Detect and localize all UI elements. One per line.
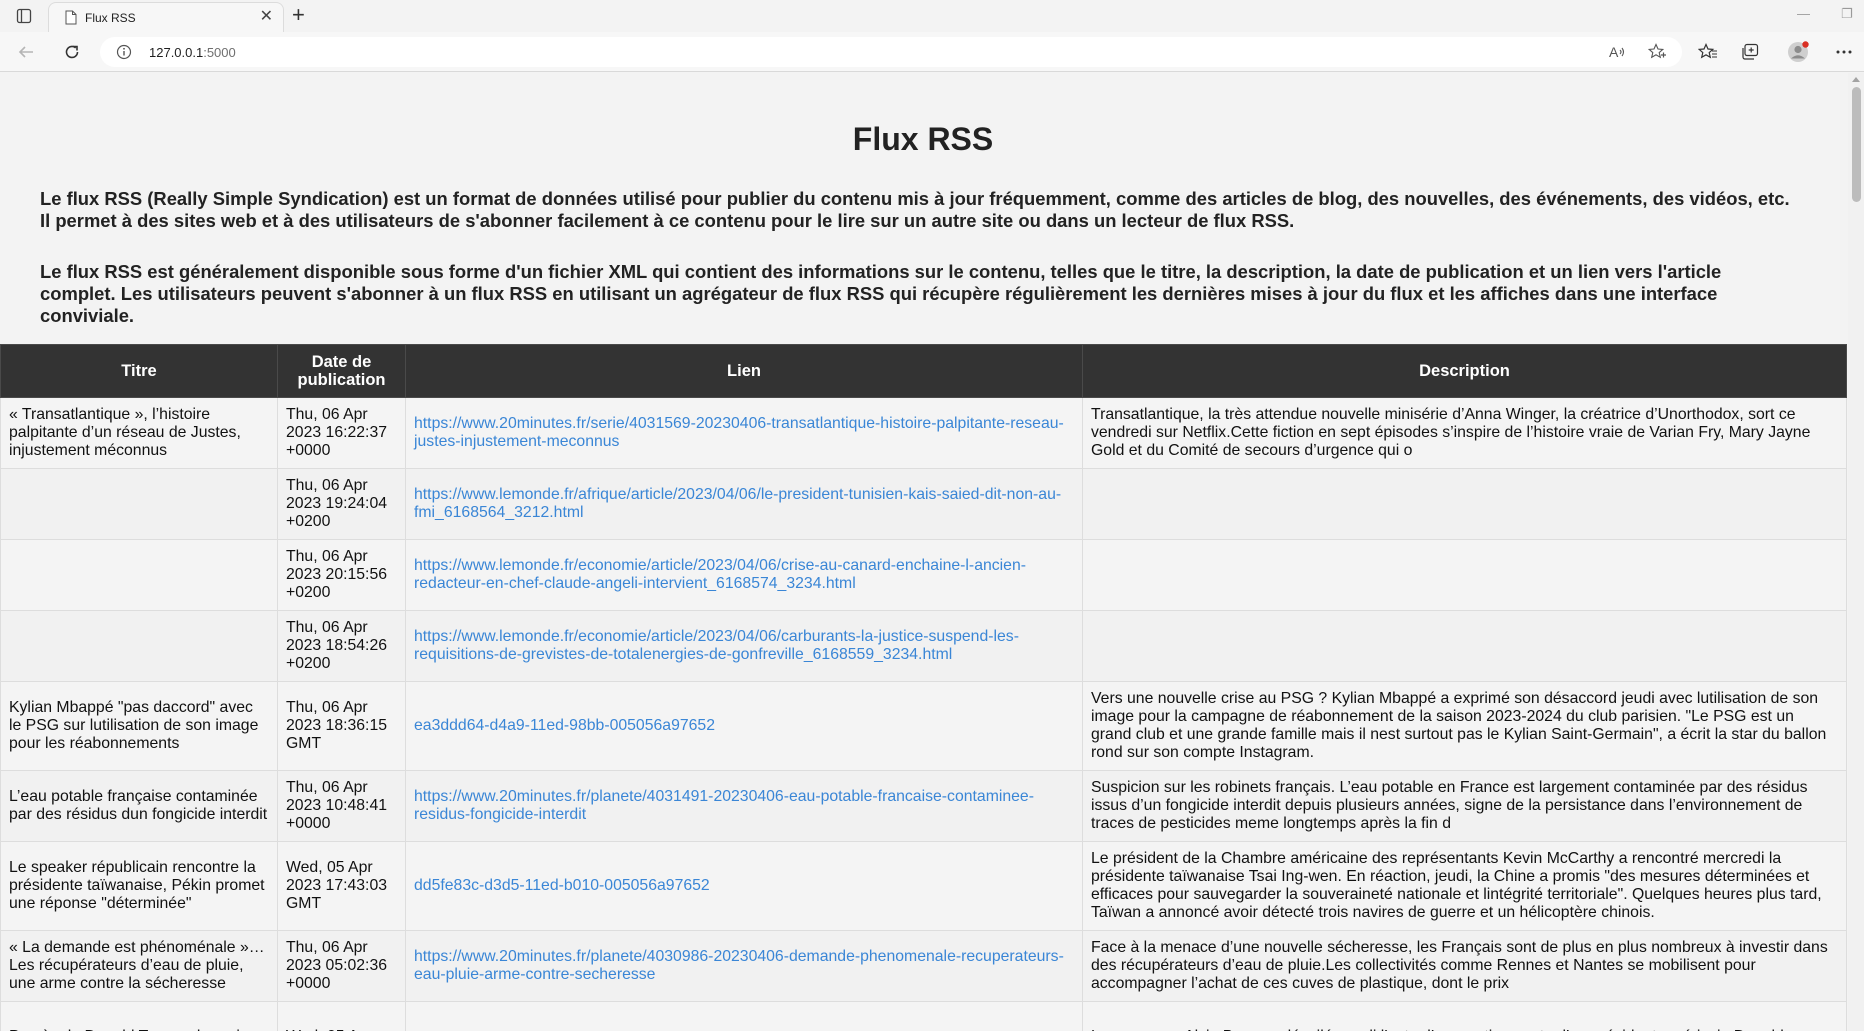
header-date: Date de publication <box>277 344 406 398</box>
cell-description: Le procureur Alvin Bragg a dévoilé mardi… <box>1082 1001 1847 1031</box>
cell-link: https://www.20minutes.fr/planete/4031491… <box>405 770 1083 842</box>
url-text[interactable]: 127.0.0.1:5000 <box>149 45 236 60</box>
article-link[interactable]: https://www.20minutes.fr/planete/4030986… <box>414 948 1064 983</box>
table-row: Le speaker républicain rencontre la prés… <box>0 841 1847 931</box>
cell-date: Thu, 06 Apr 2023 05:02:36 +0000 <box>277 930 406 1002</box>
article-link[interactable]: https://www.lemonde.fr/economie/article/… <box>414 628 1019 663</box>
article-link[interactable]: ea3ddd64-d4a9-11ed-98bb-005056a97652 <box>414 717 715 734</box>
cell-link: https://www.20minutes.fr/planete/4030986… <box>405 930 1083 1002</box>
header-description: Description <box>1082 344 1847 398</box>
reload-icon[interactable] <box>60 40 84 64</box>
cell-title: « La demande est phénoménale »… Les récu… <box>0 930 278 1002</box>
header-title: Titre <box>0 344 278 398</box>
page-scrollbar[interactable] <box>1848 73 1864 1031</box>
cell-title: Procès de Donald Trump : le pari <box>0 1001 278 1031</box>
url-port: :5000 <box>203 45 236 60</box>
svg-text:A: A <box>1609 44 1619 60</box>
cell-title: Le speaker républicain rencontre la prés… <box>0 841 278 931</box>
cell-date: Wed, 05 Apr <box>277 1001 406 1031</box>
article-link[interactable]: https://www.lemonde.fr/afrique/article/2… <box>414 486 1061 521</box>
table-header-row: Titre Date de publication Lien Descripti… <box>0 344 1847 398</box>
cell-link: https://www.20minutes.fr/serie/4031569-2… <box>405 397 1083 469</box>
back-icon[interactable] <box>14 40 38 64</box>
tab-title: Flux RSS <box>85 11 136 25</box>
table-row: Thu, 06 Apr 2023 18:54:26 +0200 https://… <box>0 610 1847 682</box>
restore-icon[interactable]: ❐ <box>1841 6 1853 22</box>
cell-link: dd5fe83c-d3d5-11ed-b010-005056a97652 <box>405 841 1083 931</box>
browser-toolbar: 127.0.0.1:5000 A <box>0 32 1864 72</box>
cell-description: Suspicion sur les robinets français. L’e… <box>1082 770 1847 842</box>
article-link[interactable]: https://www.20minutes.fr/planete/4031491… <box>414 788 1034 823</box>
cell-description: Vers une nouvelle crise au PSG ? Kylian … <box>1082 681 1847 771</box>
intro-paragraph-1: Le flux RSS (Really Simple Syndication) … <box>40 188 1790 231</box>
table-row: L’eau potable française contaminée par d… <box>0 770 1847 842</box>
cell-description <box>1082 610 1847 682</box>
table-row: « Transatlantique », l’histoire palpitan… <box>0 397 1847 469</box>
table-row: Thu, 06 Apr 2023 20:15:56 +0200 https://… <box>0 539 1847 611</box>
cell-date: Thu, 06 Apr 2023 18:54:26 +0200 <box>277 610 406 682</box>
more-menu-icon[interactable] <box>1832 40 1856 64</box>
collections-icon[interactable] <box>1738 40 1762 64</box>
add-favorite-icon[interactable] <box>1647 43 1667 61</box>
cell-title <box>0 539 278 611</box>
cell-date: Thu, 06 Apr 2023 20:15:56 +0200 <box>277 539 406 611</box>
scroll-thumb[interactable] <box>1852 87 1861 202</box>
tab-bar: Flux RSS ✕ + — ❐ <box>0 0 1864 32</box>
article-link[interactable]: https://www.lemonde.fr/economie/article/… <box>414 557 1026 592</box>
cell-description: Transatlantique, la très attendue nouvel… <box>1082 397 1847 469</box>
url-host: 127.0.0.1 <box>149 45 204 60</box>
cell-date: Wed, 05 Apr 2023 17:43:03 GMT <box>277 841 406 931</box>
read-aloud-icon[interactable]: A <box>1608 43 1628 61</box>
minimize-icon[interactable]: — <box>1797 6 1810 21</box>
cell-link: https://www.lemonde.fr/economie/article/… <box>405 539 1083 611</box>
rss-table: Titre Date de publication Lien Descripti… <box>0 344 1847 1031</box>
cell-description <box>1082 539 1847 611</box>
browser-tab[interactable]: Flux RSS ✕ <box>48 2 284 32</box>
cell-title <box>0 610 278 682</box>
table-row: Thu, 06 Apr 2023 19:24:04 +0200 https://… <box>0 468 1847 540</box>
close-tab-icon[interactable]: ✕ <box>260 8 273 26</box>
cell-title: « Transatlantique », l’histoire palpitan… <box>0 397 278 469</box>
site-info-icon[interactable] <box>116 44 132 65</box>
page-viewport: Flux RSS Le flux RSS (Really Simple Synd… <box>0 73 1848 1031</box>
table-row: Kylian Mbappé "pas daccord" avec le PSG … <box>0 681 1847 771</box>
cell-description <box>1082 468 1847 540</box>
cell-link: https://www.lemonde.fr/afrique/article/2… <box>405 468 1083 540</box>
cell-link: https://www.lemonde.fr/economie/article/… <box>405 610 1083 682</box>
cell-title: Kylian Mbappé "pas daccord" avec le PSG … <box>0 681 278 771</box>
page-title: Flux RSS <box>852 121 994 157</box>
new-tab-icon[interactable]: + <box>292 3 305 27</box>
cell-date: Thu, 06 Apr 2023 19:24:04 +0200 <box>277 468 406 540</box>
cell-description: Face à la menace d’une nouvelle sécheres… <box>1082 930 1847 1002</box>
cell-description: Le président de la Chambre américaine de… <box>1082 841 1847 931</box>
header-link: Lien <box>405 344 1083 398</box>
address-bar[interactable]: 127.0.0.1:5000 A <box>100 37 1682 67</box>
profile-avatar-icon[interactable] <box>1786 40 1810 64</box>
cell-date: Thu, 06 Apr 2023 16:22:37 +0000 <box>277 397 406 469</box>
tab-actions-icon[interactable] <box>10 6 38 26</box>
article-link[interactable]: dd5fe83c-d3d5-11ed-b010-005056a97652 <box>414 877 710 894</box>
cell-title <box>0 468 278 540</box>
cell-date: Thu, 06 Apr 2023 10:48:41 +0000 <box>277 770 406 842</box>
page-icon <box>65 10 77 30</box>
cell-link <box>405 1001 1083 1031</box>
favorites-icon[interactable] <box>1696 40 1720 64</box>
cell-link: ea3ddd64-d4a9-11ed-98bb-005056a97652 <box>405 681 1083 771</box>
cell-date: Thu, 06 Apr 2023 18:36:15 GMT <box>277 681 406 771</box>
intro-paragraph-2: Le flux RSS est généralement disponible … <box>40 261 1722 326</box>
table-row: « La demande est phénoménale »… Les récu… <box>0 930 1847 1002</box>
article-link[interactable]: https://www.20minutes.fr/serie/4031569-2… <box>414 415 1064 450</box>
table-row: Procès de Donald Trump : le pari Wed, 05… <box>0 1001 1847 1031</box>
scroll-up-arrow-icon[interactable] <box>1852 77 1860 82</box>
cell-title: L’eau potable française contaminée par d… <box>0 770 278 842</box>
